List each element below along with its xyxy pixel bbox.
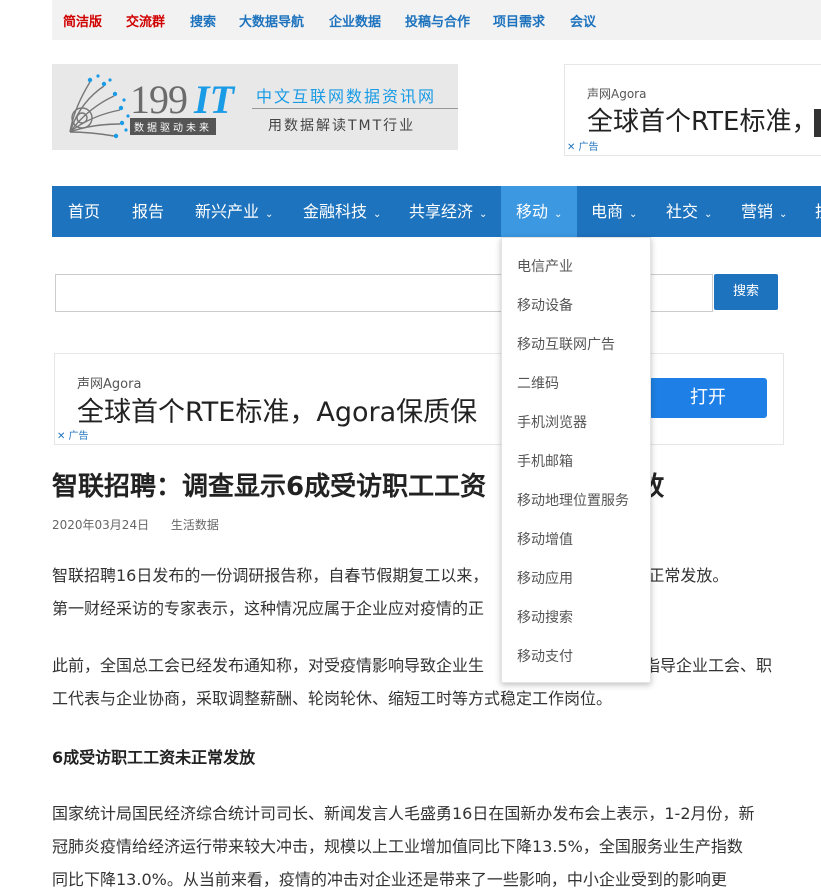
link-submit-cooperate[interactable]: 投稿与合作 <box>405 11 470 30</box>
link-community-group[interactable]: 交流群 <box>126 11 165 30</box>
chevron-down-icon: ⌄ <box>779 209 788 220</box>
top-link-bar: 简洁版 交流群 搜索 大数据导航 企业数据 投稿与合作 项目需求 会议 <box>52 0 821 40</box>
article-category[interactable]: 生活数据 <box>171 518 219 532</box>
menu-item-mobile-search[interactable]: 移动搜索 <box>517 607 573 627</box>
logo-subtagline: 用数据解读TMT行业 <box>268 118 416 134</box>
nav-item-emerging[interactable]: 新兴产业 ⌄ <box>195 186 273 237</box>
menu-item-mobile-devices[interactable]: 移动设备 <box>517 295 573 315</box>
banner-ad[interactable]: 声网Agora 全球首个RTE标准，Agora保质保 打开 ✕ 广告 <box>54 353 784 445</box>
paragraph-3: 国家统计局国民经济综合统计司司长、新闻发言人毛盛勇16日在国新办发布会上表示，1… <box>52 797 812 896</box>
nav-label: 共享经济 <box>409 202 474 221</box>
search-button[interactable]: 搜索 <box>714 274 778 310</box>
ad-headline[interactable]: 全球首个RTE标准，Agora保质保 <box>77 390 477 429</box>
link-meetings[interactable]: 会议 <box>570 11 596 30</box>
p2-line-tail: 指导企业工会、职 <box>644 656 773 675</box>
ad-headline[interactable]: 全球首个RTE标准， <box>587 101 817 138</box>
menu-item-mobile-mail[interactable]: 手机邮箱 <box>517 451 573 471</box>
menu-item-qrcode[interactable]: 二维码 <box>517 373 559 393</box>
mobile-dropdown-menu: 电信产业 移动设备 移动互联网广告 二维码 手机浏览器 手机邮箱 移动地理位置服… <box>501 237 651 683</box>
p1-line: 智联招聘16日发布的一份调研报告称，自春节假期复工以来， <box>52 566 489 585</box>
nav-label: 首页 <box>68 202 101 221</box>
nav-item-fintech[interactable]: 金融科技 ⌄ <box>303 186 381 237</box>
section-heading: 6成受访职工工资未正常发放 <box>52 748 256 767</box>
nav-label: 报告 <box>132 202 165 221</box>
ad-close-label[interactable]: ✕ 广告 <box>567 138 599 153</box>
link-enterprise-data[interactable]: 企业数据 <box>329 11 381 30</box>
link-bigdata-nav[interactable]: 大数据导航 <box>239 11 304 30</box>
nav-item-reports[interactable]: 报告 <box>132 186 164 237</box>
p3-line: 冠肺炎疫情给经济运行带来较大冲击，规模以上工业增加值同比下降13.5%，全国服务… <box>52 837 743 856</box>
site-logo[interactable]: 199 IT 数据驱动未来 中文互联网数据资讯网 用数据解读TMT行业 <box>52 64 458 150</box>
nav-item-social[interactable]: 社交 ⌄ <box>666 186 712 237</box>
paragraph-1: 智联招聘16日发布的一份调研报告称，自春节假期复工以来， 未能正常发放。 第一财经… <box>52 559 790 625</box>
article-date: 2020年03月24日 <box>52 518 150 532</box>
link-project-needs[interactable]: 项目需求 <box>493 11 545 30</box>
logo-number: 199 <box>130 77 188 122</box>
p3-line: 同比下降13.0%。从当前来看，疫情的冲击对企业还是带来了一些影响，中小企业受到… <box>52 870 727 889</box>
menu-item-mobile-browser[interactable]: 手机浏览器 <box>517 412 587 432</box>
menu-item-location-services[interactable]: 移动地理位置服务 <box>517 490 629 510</box>
p2-line: 此前，全国总工会已经发布通知称，对受疫情影响导致企业生 <box>52 656 485 675</box>
p1-line: 第一财经采访的专家表示，这种情况应属于企业应对疫情的正 <box>52 599 485 618</box>
menu-item-value-added[interactable]: 移动增值 <box>517 529 573 549</box>
title-text: 智联招聘：调查显示6成受访职工工资 <box>52 472 487 502</box>
nav-label: 新兴产业 <box>195 202 260 221</box>
nav-item-ecommerce[interactable]: 电商 ⌄ <box>591 186 637 237</box>
header-ad[interactable]: 声网Agora 全球首个RTE标准， ✕ 广告 <box>564 64 821 156</box>
nav-item-marketing[interactable]: 营销 ⌄ <box>741 186 787 237</box>
logo-tagline: 中文互联网数据资讯网 <box>256 87 437 106</box>
nav-label: 社交 <box>666 202 699 221</box>
ad-edge <box>814 109 821 137</box>
nav-label: 移动 <box>516 202 549 221</box>
article-meta: 2020年03月24日 生活数据 <box>52 516 219 533</box>
nav-label: 营销 <box>741 202 774 221</box>
menu-item-mobile-payment[interactable]: 移动支付 <box>517 646 573 666</box>
ad-close-label[interactable]: ✕ 广告 <box>57 427 89 442</box>
chevron-down-icon: ⌄ <box>479 209 488 220</box>
chevron-down-icon: ⌄ <box>554 209 563 220</box>
chevron-down-icon: ⌄ <box>265 209 274 220</box>
logo-slogan: 数据驱动未来 <box>130 118 216 135</box>
nav-label: 技 <box>815 202 821 221</box>
p3-line: 国家统计局国民经济综合统计司司长、新闻发言人毛盛勇16日在国新办发布会上表示，1… <box>52 804 755 823</box>
ad-open-button[interactable]: 打开 <box>649 378 767 418</box>
nav-item-tech[interactable]: 技 <box>815 186 821 237</box>
nav-item-home[interactable]: 首页 <box>68 186 100 237</box>
nav-label: 金融科技 <box>303 202 368 221</box>
ad-brand: 声网Agora <box>587 87 647 101</box>
nav-label: 电商 <box>591 202 624 221</box>
menu-item-mobile-ads[interactable]: 移动互联网广告 <box>517 334 615 354</box>
logo-it: IT <box>194 77 234 122</box>
main-nav: 首页 报告 新兴产业 ⌄ 金融科技 ⌄ 共享经济 ⌄ 移动 ⌄ 电商 ⌄ 社交 ⌄ 营销 ⌄ … <box>52 186 821 237</box>
p2-line: 工代表与企业协商，采取调整薪酬、轮岗轮休、缩短工时等方式稳定工作岗位。 <box>52 689 613 708</box>
chevron-down-icon: ⌄ <box>629 209 638 220</box>
logo-divider <box>252 108 458 109</box>
menu-item-telecom[interactable]: 电信产业 <box>517 256 573 276</box>
link-simple-version[interactable]: 简洁版 <box>63 11 102 30</box>
dandelion-logo-icon <box>69 74 130 139</box>
link-search[interactable]: 搜索 <box>190 11 216 30</box>
menu-item-mobile-apps[interactable]: 移动应用 <box>517 568 573 588</box>
paragraph-2: 此前，全国总工会已经发布通知称，对受疫情影响导致企业生 指导企业工会、职 工代表与… <box>52 649 790 715</box>
chevron-down-icon: ⌄ <box>704 209 713 220</box>
nav-item-sharing[interactable]: 共享经济 ⌄ <box>409 186 487 237</box>
nav-item-mobile[interactable]: 移动 ⌄ <box>501 186 578 237</box>
chevron-down-icon: ⌄ <box>373 209 382 220</box>
